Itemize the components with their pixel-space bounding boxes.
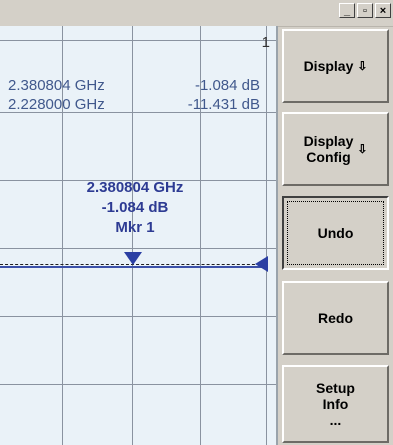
trace-plot-area[interactable]: 1 2.380804 GHz -1.084 dB 2.228000 GHz -1… <box>0 26 278 445</box>
marker-annotation-level: -1.084 dB <box>101 199 169 216</box>
marker-level: -11.431 dB <box>187 96 260 113</box>
grid-line <box>0 40 276 41</box>
marker-annotation-frequency: 2.380804 GHz <box>86 179 184 196</box>
trace-line <box>0 266 262 268</box>
window-controls: _ ▫ × <box>339 3 391 18</box>
redo-button-label: Redo <box>318 310 353 326</box>
undo-button[interactable]: Undo <box>282 196 389 270</box>
reference-level-arrow-icon[interactable] <box>255 256 268 272</box>
grid-line <box>0 316 276 317</box>
close-button[interactable]: × <box>375 3 391 18</box>
redo-button[interactable]: Redo <box>282 281 389 355</box>
marker-level: -1.084 dB <box>194 77 260 94</box>
display-button-label: Display <box>303 58 354 74</box>
marker-annotation: 2.380804 GHz -1.084 dB Mkr 1 <box>50 178 220 238</box>
setup-info-button-label: Setup Info ... <box>316 380 355 428</box>
marker-table: 2.380804 GHz -1.084 dB 2.228000 GHz -11.… <box>0 76 276 114</box>
display-config-button[interactable]: Display Config ⇩ <box>282 112 389 186</box>
marker-frequency: 2.228000 GHz <box>8 96 105 113</box>
marker-frequency: 2.380804 GHz <box>8 77 105 94</box>
grid-line <box>0 384 276 385</box>
submenu-arrow-icon: ⇩ <box>357 59 368 73</box>
title-bar: _ ▫ × <box>0 0 393 27</box>
marker-annotation-name: Mkr 1 <box>115 219 155 236</box>
marker-table-row: 2.380804 GHz -1.084 dB <box>0 76 276 95</box>
display-config-button-label: Display Config <box>303 133 354 165</box>
display-button[interactable]: Display ⇩ <box>282 29 389 103</box>
minimize-button[interactable]: _ <box>339 3 355 18</box>
marker-table-row: 2.228000 GHz -11.431 dB <box>0 95 276 114</box>
restore-button[interactable]: ▫ <box>357 3 373 18</box>
trace-number: 1 <box>261 34 270 51</box>
grid-line <box>0 248 276 249</box>
marker-triangle-icon[interactable] <box>124 252 142 265</box>
softkey-panel: Display ⇩ Display Config ⇩ Undo Redo Setup… <box>279 26 393 445</box>
undo-button-label: Undo <box>317 225 354 241</box>
submenu-arrow-icon: ⇩ <box>357 142 368 156</box>
setup-info-button[interactable]: Setup Info ... <box>282 365 389 443</box>
